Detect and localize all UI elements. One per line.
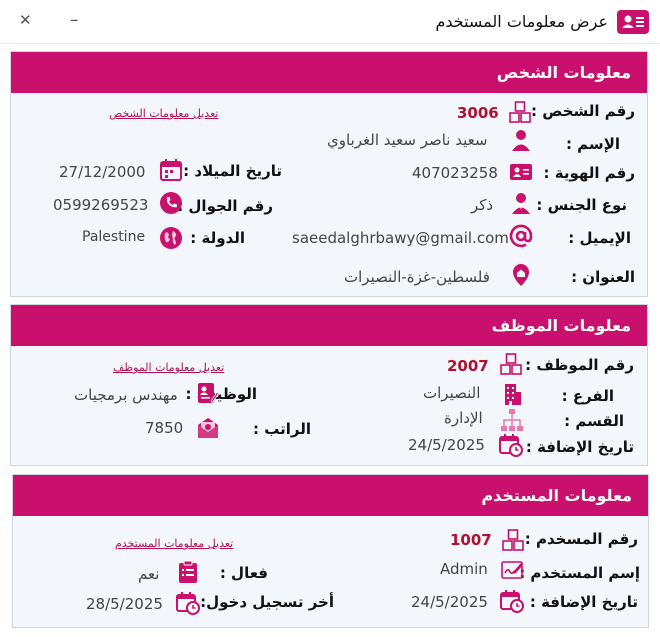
department-value: الإدارة (444, 409, 483, 427)
user-suit-icon (509, 191, 533, 215)
person-id-value: 3006 (457, 104, 499, 122)
mobile-label: رقم الجوال : (177, 197, 273, 215)
employee-section-header: معلومات الموظف (11, 305, 647, 346)
country-label: الدولة : (190, 229, 245, 247)
org-chart-icon (500, 408, 524, 432)
building-icon (500, 382, 524, 406)
user-section-header: معلومات المستخدم (13, 475, 648, 516)
salary-value: 7850 (145, 419, 184, 437)
address-label: العنوان : (571, 268, 635, 286)
branch-value: النصيرات (423, 384, 481, 402)
blocks-icon (501, 528, 525, 552)
name-value: سعيد ناصر سعيد الغرباوي (327, 131, 488, 149)
money-envelope-icon (196, 416, 220, 440)
edit-person-link[interactable]: تعديل معلومات الشخص (109, 107, 218, 120)
address-value: فلسطين-غزة-النصيرات (344, 268, 490, 286)
minimize-button[interactable]: – (70, 10, 79, 30)
id-card-icon (509, 160, 533, 184)
user-id-label: رقم المسخدم : (524, 530, 638, 548)
user-card-icon (617, 10, 649, 34)
phone-icon (159, 191, 183, 215)
gender-label: نوع الجنس : (536, 196, 627, 214)
close-button[interactable]: ✕ (19, 11, 32, 29)
signature-icon (500, 558, 524, 582)
employee-id-value: 2007 (447, 357, 489, 375)
blocks-icon (508, 100, 532, 124)
window-title: عرض معلومات المستخدم (435, 12, 608, 31)
country-value: Palestine (82, 229, 146, 245)
job-value: مهندس برمجيات (74, 386, 178, 404)
department-label: القسم : (564, 412, 624, 430)
globe-icon (159, 226, 183, 250)
person-icon (509, 128, 533, 152)
edit-user-link[interactable]: تعديل معلومات المستخدم (115, 537, 233, 550)
user-added-label: تاريخ الإضافة : (529, 593, 638, 611)
email-label: الإيميل : (568, 229, 631, 247)
username-value: Admin (440, 560, 488, 578)
employee-added-value: 24/5/2025 (408, 436, 485, 454)
branch-label: الفرع : (561, 387, 614, 405)
salary-label: الراتب : (253, 420, 311, 438)
last-login-value: 28/5/2025 (86, 595, 163, 613)
person-id-label: رقم الشخص : (531, 102, 635, 120)
birthdate-value: 27/12/2000 (59, 163, 146, 181)
calendar-icon (159, 158, 183, 182)
blocks-icon (499, 352, 523, 376)
active-label: فعال : (219, 564, 268, 582)
birthdate-label: تاريخ الميلاد : (183, 162, 282, 180)
titlebar-divider (0, 43, 660, 44)
at-sign-icon (509, 224, 533, 248)
edit-employee-link[interactable]: تعديل معلومات الموظف (113, 361, 224, 374)
gender-value: ذكر (471, 196, 494, 214)
username-label: إسم المستخدم : (519, 564, 640, 582)
active-value: نعم (138, 565, 160, 583)
name-label: الإسم : (565, 135, 620, 153)
employee-id-label: رقم الموظف : (525, 356, 634, 374)
national-id-value: 407023258 (412, 164, 498, 182)
calendar-clock-icon (176, 591, 200, 615)
map-pin-icon (509, 263, 533, 287)
person-section-header: معلومات الشخص (11, 52, 647, 93)
user-added-value: 24/5/2025 (411, 593, 488, 611)
job-badge-icon (195, 381, 219, 405)
employee-added-label: تاريخ الإضافة : (525, 438, 634, 456)
last-login-label: أخر تسجيل دخول: (200, 593, 334, 611)
email-value: saeedalghrbawy@gmail.com (292, 229, 509, 247)
calendar-clock-icon (499, 433, 523, 457)
calendar-clock-icon (500, 589, 524, 613)
clipboard-list-icon (176, 560, 200, 584)
national-id-label: رقم الهوية : (543, 164, 635, 182)
user-id-value: 1007 (450, 531, 492, 549)
mobile-value: 0599269523 (53, 196, 149, 214)
